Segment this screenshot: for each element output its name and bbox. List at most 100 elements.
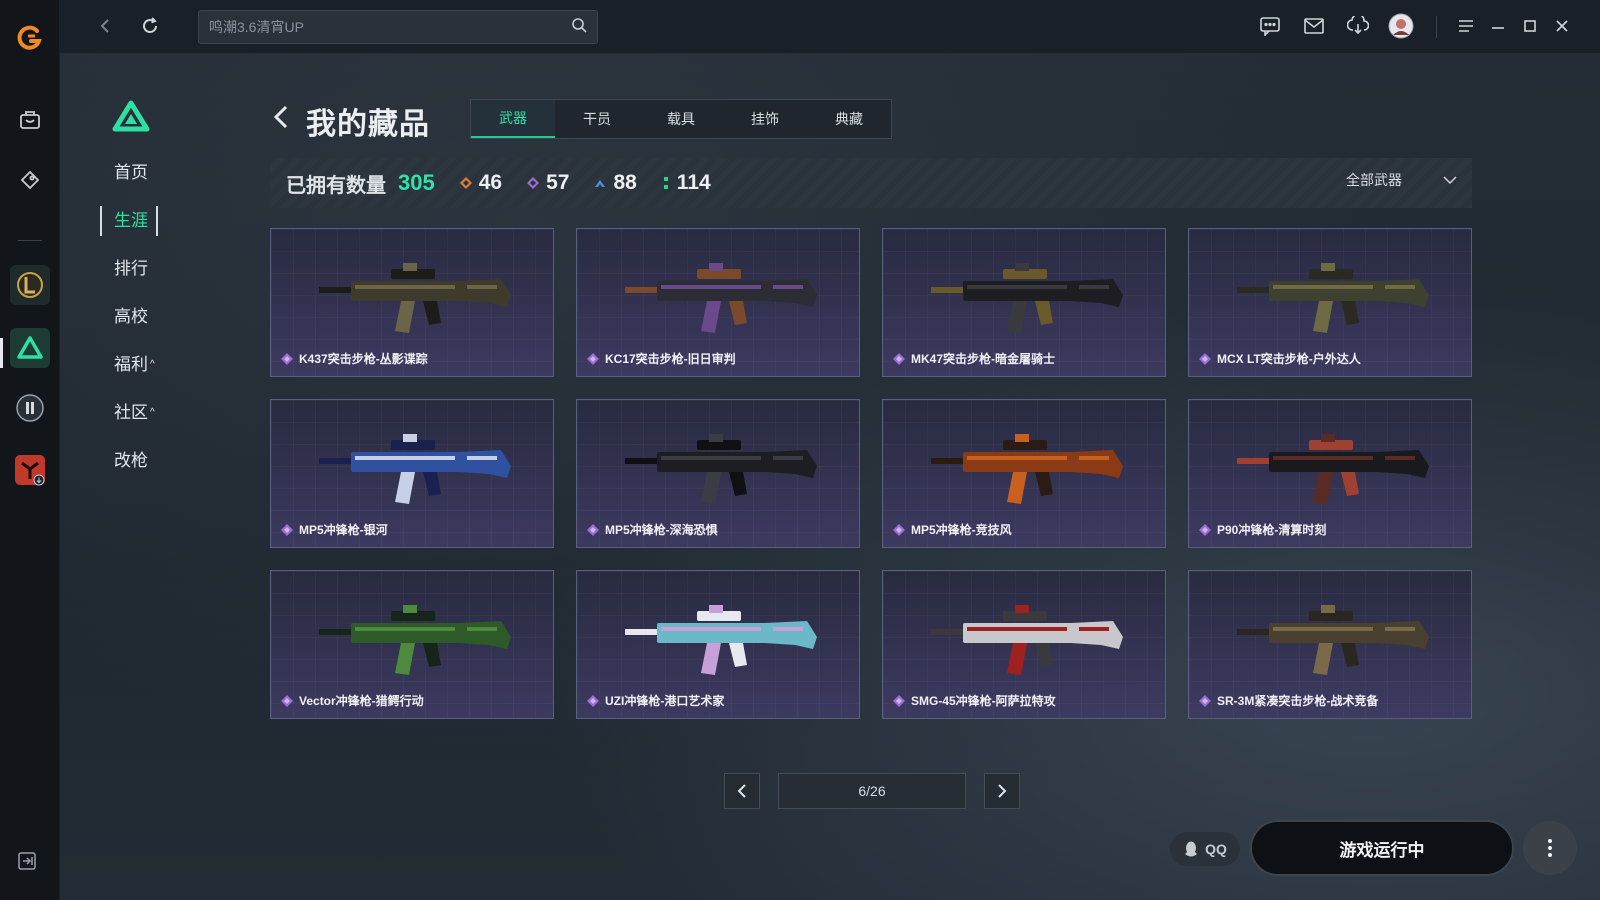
game-tag-icon[interactable] <box>10 160 50 200</box>
chevron-left-icon <box>737 784 746 798</box>
collection-tabs: 武器 干员 载具 挂饰 典藏 <box>470 99 892 139</box>
back-icon[interactable] <box>90 10 122 42</box>
more-options-button[interactable] <box>1523 821 1577 875</box>
tier-count: 46 <box>478 171 503 194</box>
maximize-icon[interactable] <box>1514 10 1546 42</box>
tab-vehicles[interactable]: 载具 <box>639 100 723 138</box>
weapon-skin-card[interactable]: P90冲锋枪-清算时刻 <box>1188 399 1472 548</box>
page-title: 我的藏品 <box>306 108 430 141</box>
weapon-skin-card[interactable]: MP5冲锋枪-竞技风 <box>882 399 1166 548</box>
page-back-icon[interactable] <box>272 104 290 135</box>
search-icon[interactable] <box>571 17 587 38</box>
weapon-skin-name: MK47突击步枪-暗金屠骑士 <box>911 352 1056 366</box>
tab-operators[interactable]: 干员 <box>555 100 639 138</box>
tier-count: 57 <box>546 171 570 194</box>
qq-penguin-icon <box>1185 841 1198 857</box>
weapon-skin-caption: K437突击步枪-丛影谍踪 <box>281 350 428 367</box>
rarity-diamond-icon <box>1199 694 1211 707</box>
tab-collection[interactable]: 典藏 <box>807 100 891 138</box>
weapon-filter-dropdown[interactable]: 全部武器 <box>1346 170 1458 190</box>
green-dots-icon <box>663 177 668 189</box>
weapon-skin-card[interactable]: UZI冲锋枪-港口艺术家 <box>576 570 860 719</box>
rarity-diamond-icon <box>1199 523 1211 536</box>
tab-weapons[interactable]: 武器 <box>471 100 555 138</box>
weapon-skin-caption: SR-3M紧凑突击步枪-战术竞备 <box>1199 692 1378 709</box>
menu-icon[interactable] <box>1450 10 1482 42</box>
nav-career[interactable]: 生涯 <box>100 206 158 236</box>
tier-stat: 88 <box>593 171 637 195</box>
weapon-skin-caption: MP5冲锋枪-银河 <box>281 521 388 538</box>
collection-stats-bar: 已拥有数量 305 46 57 88 114 全部武器 <box>270 158 1472 208</box>
weapon-skin-card[interactable]: KC17突击步枪-旧日审判 <box>576 228 860 377</box>
chevron-up-icon: ^ <box>150 407 155 418</box>
weapon-skin-caption: MP5冲锋枪-深海恐惧 <box>587 521 718 538</box>
weapon-skin-card[interactable]: MCX LT突击步枪-户外达人 <box>1188 228 1472 377</box>
chevron-right-icon <box>998 784 1007 798</box>
page-indicator: 6/26 <box>778 773 966 809</box>
download-icon[interactable] <box>1342 10 1374 42</box>
red-game-icon[interactable] <box>10 450 50 490</box>
weapon-skin-image <box>1237 605 1429 675</box>
delta-icon[interactable] <box>10 328 50 368</box>
weapon-skin-image <box>319 263 511 333</box>
weapon-skin-caption: SMG-45冲锋枪-阿萨拉特攻 <box>893 692 1056 709</box>
nav-gunsmith[interactable]: 改枪 <box>100 446 200 476</box>
nav-community[interactable]: 社区 ^ <box>100 398 200 428</box>
weapon-skin-card[interactable]: SR-3M紧凑突击步枪-战术竞备 <box>1188 570 1472 719</box>
nav-college[interactable]: 高校 <box>100 302 200 332</box>
rarity-diamond-icon <box>1199 352 1211 365</box>
bag-icon[interactable] <box>10 100 50 140</box>
tab-charms[interactable]: 挂饰 <box>723 100 807 138</box>
weapon-skin-card[interactable]: SMG-45冲锋枪-阿萨拉特攻 <box>882 570 1166 719</box>
minimize-icon[interactable] <box>1482 10 1514 42</box>
blue-chevron-icon <box>595 180 606 187</box>
weapon-skin-name: MP5冲锋枪-竞技风 <box>911 523 1012 537</box>
app-rail <box>0 0 60 900</box>
nav-welfare[interactable]: 福利 ^ <box>100 350 200 380</box>
tier-count: 114 <box>676 171 711 194</box>
topbar-divider <box>1436 16 1437 38</box>
weapon-skin-name: SMG-45冲锋枪-阿萨拉特攻 <box>911 694 1056 708</box>
next-page-button[interactable] <box>984 773 1020 809</box>
chat-icon[interactable] <box>1254 10 1286 42</box>
weapon-skin-name: Vector冲锋枪-猎鳄行动 <box>299 694 424 708</box>
nav-ranking[interactable]: 排行 <box>100 254 200 284</box>
chevron-down-icon <box>1443 176 1457 185</box>
weapon-skin-card[interactable]: MP5冲锋枪-银河 <box>270 399 554 548</box>
weapon-skin-name: SR-3M紧凑突击步枪-战术竞备 <box>1217 694 1379 708</box>
weapon-skin-image <box>319 434 511 504</box>
rail-divider <box>18 240 42 241</box>
app-logo-icon[interactable] <box>10 18 50 58</box>
game-nav: 首页 生涯 排行 高校 福利 ^ 社区 ^ 改枪 <box>100 158 200 494</box>
game-running-button[interactable]: 游戏运行中 <box>1250 820 1514 876</box>
rarity-diamond-icon <box>587 352 599 365</box>
qq-button[interactable]: QQ <box>1170 832 1240 866</box>
nav-home[interactable]: 首页 <box>100 158 200 188</box>
weapon-skin-card[interactable]: K437突击步枪-丛影谍踪 <box>270 228 554 377</box>
mail-icon[interactable] <box>1298 10 1330 42</box>
qq-label: QQ <box>1205 841 1227 857</box>
weapon-skin-card[interactable]: MP5冲锋枪-深海恐惧 <box>576 399 860 548</box>
weapon-skin-caption: Vector冲锋枪-猎鳄行动 <box>281 692 424 709</box>
weapon-skin-grid: K437突击步枪-丛影谍踪 KC17突击步枪-旧日审判 MK47突击步枪-暗金屠… <box>270 228 1472 719</box>
owned-count-label: 已拥有数量 <box>286 174 386 197</box>
league-icon[interactable] <box>10 265 50 305</box>
weapon-skin-caption: MP5冲锋枪-竞技风 <box>893 521 1012 538</box>
pause-icon[interactable] <box>10 388 50 428</box>
rarity-diamond-icon <box>281 694 293 707</box>
rarity-diamond-icon <box>893 523 905 536</box>
weapon-skin-card[interactable]: MK47突击步枪-暗金屠骑士 <box>882 228 1166 377</box>
delta-force-logo <box>112 100 150 137</box>
weapon-skin-card[interactable]: Vector冲锋枪-猎鳄行动 <box>270 570 554 719</box>
weapon-skin-image <box>625 434 817 504</box>
close-icon[interactable] <box>1546 10 1578 42</box>
prev-page-button[interactable] <box>724 773 760 809</box>
more-vertical-icon <box>1548 839 1552 857</box>
collapse-sidebar-icon[interactable] <box>18 852 36 875</box>
refresh-icon[interactable] <box>134 10 166 42</box>
search-input[interactable] <box>209 19 571 35</box>
rarity-diamond-icon <box>893 694 905 707</box>
avatar[interactable] <box>1385 10 1417 42</box>
rarity-diamond-icon <box>587 523 599 536</box>
rail-active-indicator <box>0 338 3 368</box>
